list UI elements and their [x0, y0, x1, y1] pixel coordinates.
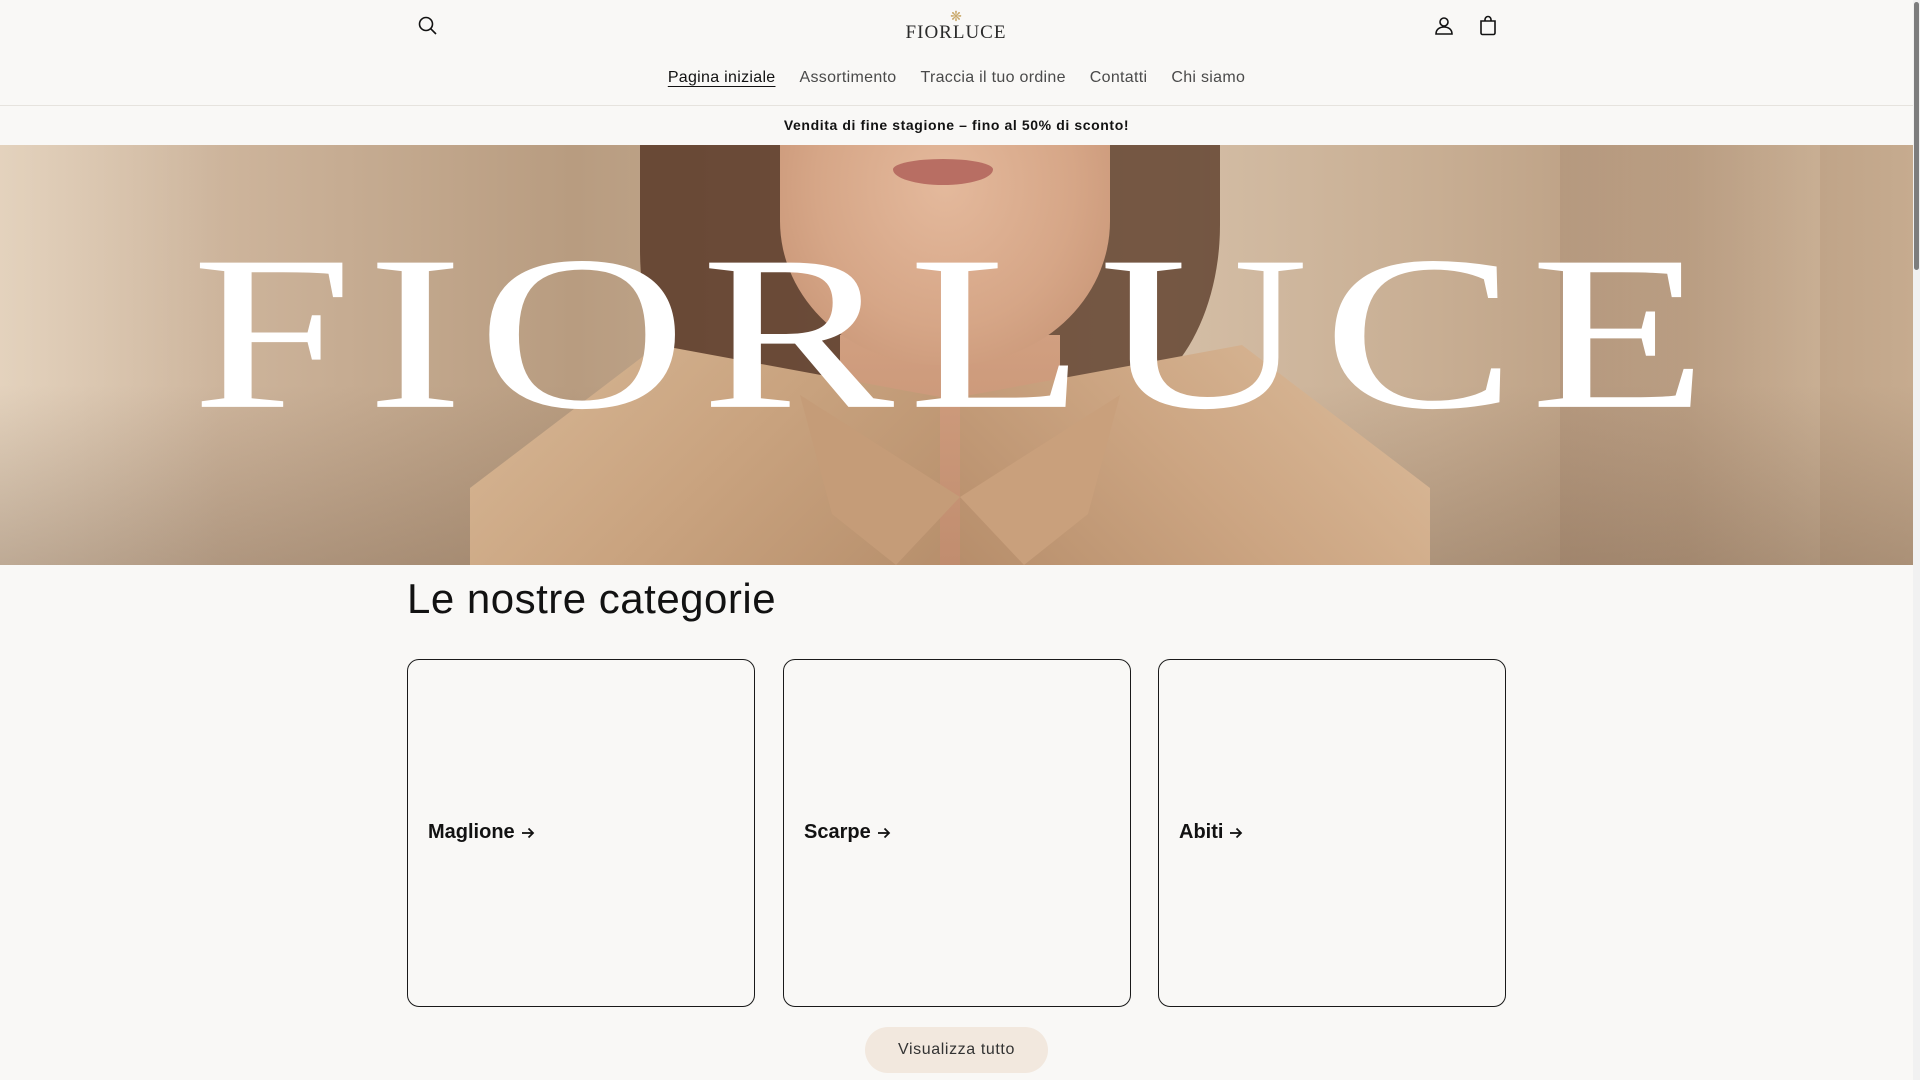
view-all-button[interactable]: Visualizza tutto [865, 1027, 1048, 1073]
account-icon [1435, 17, 1453, 35]
category-label-text: Scarpe [804, 821, 871, 843]
category-label-text: Maglione [428, 821, 515, 843]
hero-brand-text: FIORLUCE [191, 210, 1722, 455]
logo[interactable]: ❋ FIORLUCE [898, 8, 1014, 44]
nav-item-assortimento[interactable]: Assortimento [788, 66, 909, 90]
nav-item-chi-siamo[interactable]: Chi siamo [1159, 66, 1257, 90]
site-header: ❋ FIORLUCE Pagina iniziale Assortimento … [0, 0, 1913, 106]
category-card-label: Maglione [428, 821, 535, 844]
category-card-label: Abiti [1179, 821, 1243, 844]
categories-title: Le nostre categorie [407, 575, 777, 622]
scrollbar-thumb[interactable] [1914, 2, 1919, 270]
category-card-maglione[interactable]: Maglione [407, 659, 755, 1007]
arrow-right-icon [521, 827, 534, 838]
cart-icon [1480, 15, 1496, 36]
category-card-abiti[interactable]: Abiti [1158, 659, 1506, 1007]
logo-wordmark: FIORLUCE [905, 22, 1007, 43]
category-cards: Maglione Scarpe Abiti [407, 659, 1506, 1007]
flower-icon: ❋ [950, 8, 962, 24]
arrow-right-icon [877, 827, 890, 838]
account-button[interactable] [1426, 8, 1462, 44]
page: ❋ FIORLUCE Pagina iniziale Assortimento … [0, 0, 1913, 1080]
announcement-bar: Vendita di fine stagione – fino al 50% d… [783, 117, 1130, 133]
category-label-text: Abiti [1179, 821, 1224, 843]
hero-banner: FIORLUCE [0, 145, 1913, 565]
nav-item-home[interactable]: Pagina iniziale [656, 66, 788, 90]
main-nav: Pagina iniziale Assortimento Traccia il … [0, 66, 1913, 90]
arrow-right-icon [1230, 827, 1243, 838]
nav-item-track-order[interactable]: Traccia il tuo ordine [908, 66, 1077, 90]
scrollbar[interactable] [1913, 0, 1920, 1080]
category-card-label: Scarpe [804, 821, 891, 844]
search-icon [418, 16, 437, 35]
search-button[interactable] [410, 8, 446, 44]
cart-button[interactable] [1470, 8, 1506, 44]
category-card-scarpe[interactable]: Scarpe [783, 659, 1131, 1007]
nav-item-contatti[interactable]: Contatti [1078, 66, 1160, 90]
